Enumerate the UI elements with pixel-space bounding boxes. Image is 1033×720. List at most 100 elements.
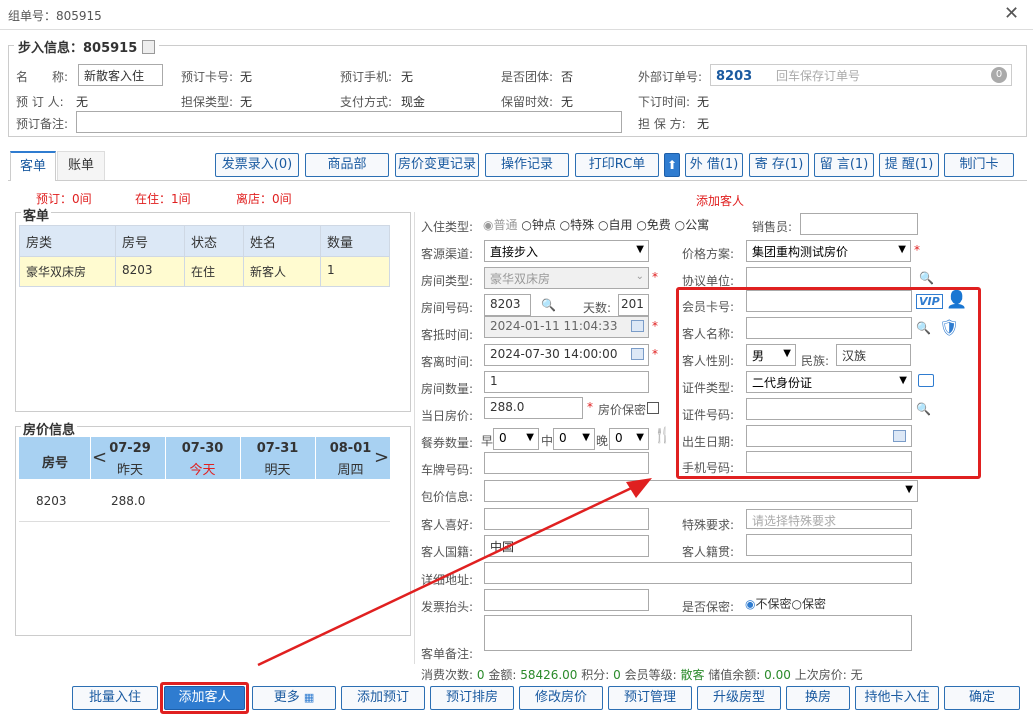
confirm-button[interactable]: 确定 — [944, 686, 1020, 710]
chevron-down-icon: ▼ — [898, 244, 906, 255]
id-scan-icon[interactable] — [918, 374, 934, 387]
add-guest-button[interactable]: 添加客人 — [164, 686, 245, 710]
row-qty: 1 — [327, 263, 335, 277]
arrow-up-icon[interactable]: ⬆ — [664, 153, 680, 177]
header-room-no: 房号 — [116, 226, 185, 256]
search-icon[interactable]: 🔍 — [919, 271, 934, 285]
special-input[interactable]: 请选择特殊要求 — [746, 509, 912, 529]
checkin-type-radio-group[interactable]: ◉普通 ○钟点 ○特殊 ○自用 ○免费 ○公寓 — [483, 216, 709, 233]
shield-icon[interactable]: 🛡 — [939, 318, 959, 337]
reminder-button[interactable]: 提 醒(1) — [879, 153, 939, 177]
chevron-down-icon: ▼ — [526, 432, 534, 443]
dinner-select[interactable]: 0 ▼ — [609, 428, 649, 450]
add-booking-button[interactable]: 添加预订 — [341, 686, 425, 710]
day-date: 07-29 — [109, 441, 151, 456]
price-plan-select[interactable]: 集团重构测试房价 ▼ — [746, 240, 911, 262]
message-button[interactable]: 留 言(1) — [814, 153, 874, 177]
external-order-badge: 0 — [991, 67, 1007, 83]
booking-room-assign-button[interactable]: 预订排房 — [430, 686, 514, 710]
depart-input[interactable]: 2024-07-30 14:00:00 — [484, 344, 649, 366]
calendar-icon[interactable] — [893, 430, 906, 442]
tab-bill[interactable]: 账单 — [57, 151, 105, 180]
arrive-input[interactable]: 2024-01-11 11:04:33 — [484, 316, 649, 338]
remark-input[interactable] — [76, 111, 622, 133]
chevron-down-icon: ⌄ — [635, 271, 644, 282]
goods-button[interactable]: 商品部 — [305, 153, 389, 177]
next-day-icon[interactable]: > — [374, 447, 389, 468]
tab-guest[interactable]: 客单 — [10, 151, 56, 181]
external-order-input[interactable]: 8203 回车保存订单号 0 — [710, 64, 1012, 86]
calendar-icon[interactable] — [631, 320, 644, 332]
in-house-count: 在住：1间 — [135, 192, 191, 206]
invoice-entry-button[interactable]: 发票录入(0) — [215, 153, 299, 177]
payment-value: 现金 — [401, 95, 426, 109]
more-button[interactable]: 更多 ▦ — [252, 686, 336, 710]
id-type-label: 证件类型: — [682, 381, 735, 395]
day-price-input[interactable]: 288.0 — [484, 397, 583, 419]
day-date: 07-31 — [256, 441, 299, 456]
member-card-input[interactable] — [746, 290, 912, 312]
chevron-down-icon: ▼ — [783, 348, 791, 359]
booking-card-label: 预订卡号: — [181, 70, 234, 84]
user-add-icon[interactable]: 👤 — [946, 290, 967, 310]
secret-radio-group[interactable]: ◉不保密○保密 — [745, 595, 826, 612]
copy-icon[interactable] — [141, 40, 155, 54]
retain-label: 保留时效: — [501, 95, 554, 109]
days-input[interactable]: 201 — [618, 294, 649, 316]
checkin-type-label: 入住类型: — [421, 220, 474, 234]
upgrade-room-button[interactable]: 升级房型 — [697, 686, 781, 710]
id-no-input[interactable] — [746, 398, 912, 420]
lunch-select[interactable]: 0 ▼ — [553, 428, 595, 450]
row-room-type: 豪华双床房 — [20, 257, 116, 286]
table-row[interactable]: 豪华双床房 8203 在住 新客人 1 — [19, 257, 390, 287]
booking-manage-button[interactable]: 预订管理 — [608, 686, 692, 710]
ethnic-input[interactable]: 汉族 — [836, 344, 911, 366]
birth-input[interactable] — [746, 425, 912, 447]
change-room-button[interactable]: 换房 — [786, 686, 850, 710]
vip-icon[interactable]: VIP — [916, 294, 943, 309]
red-arrow — [257, 478, 652, 667]
close-icon[interactable]: ✕ — [1004, 3, 1019, 24]
name-input[interactable]: 新散客入住 — [78, 64, 163, 86]
order-time-label: 下订时间: — [638, 95, 691, 109]
external-order-hint: 回车保存订单号 — [776, 69, 861, 83]
plate-input[interactable] — [484, 452, 649, 474]
calendar-icon[interactable] — [631, 348, 644, 360]
guest-name-input[interactable] — [746, 317, 912, 339]
row-name: 新客人 — [244, 257, 321, 286]
checkin-info-legend: 步入信息：805915 — [14, 37, 159, 56]
day-name: 昨天 — [116, 463, 143, 478]
operation-log-button[interactable]: 操作记录 — [485, 153, 569, 177]
sales-input[interactable] — [800, 213, 918, 235]
other-card-checkin-button[interactable]: 持他卡入住 — [855, 686, 939, 710]
guest-list-header: 房类 房号 状态 姓名 数量 — [19, 225, 390, 257]
room-type-select[interactable]: 豪华双床房 ⌄ — [484, 267, 649, 289]
payment-label: 支付方式: — [340, 95, 393, 109]
price-change-log-button[interactable]: 房价变更记录 — [395, 153, 479, 177]
mobile-input[interactable] — [746, 451, 912, 473]
native-input[interactable] — [746, 534, 912, 556]
modify-price-button[interactable]: 修改房价 — [519, 686, 603, 710]
print-rc-button[interactable]: 打印RC单 — [575, 153, 659, 177]
arrive-label: 客抵时间: — [421, 328, 474, 342]
search-icon[interactable]: 🔍 — [916, 321, 931, 335]
search-icon[interactable]: 🔍 — [916, 402, 931, 416]
booking-phone-label: 预订手机: — [340, 70, 393, 84]
header-room-type: 房类 — [20, 226, 116, 256]
room-no-input[interactable]: 8203 — [484, 294, 531, 316]
channel-select[interactable]: 直接步入 ▼ — [484, 240, 649, 262]
room-no-label: 房间号码: — [421, 301, 474, 315]
breakfast-select[interactable]: 0 ▼ — [493, 428, 539, 450]
make-card-button[interactable]: 制门卡 — [944, 153, 1014, 177]
left-count: 离店：0间 — [236, 192, 292, 206]
search-icon[interactable]: 🔍 — [541, 298, 556, 312]
room-count-input[interactable]: 1 — [484, 371, 649, 393]
agreement-input[interactable] — [746, 267, 911, 289]
borrow-button[interactable]: 外 借(1) — [685, 153, 743, 177]
member-stats: 消费次数: 0 金额: 58426.00 积分: 0 会员等级: 散客 储值余额… — [421, 668, 863, 682]
price-secret-checkbox[interactable] — [647, 402, 659, 414]
batch-checkin-button[interactable]: 批量入住 — [72, 686, 158, 710]
gender-select[interactable]: 男 ▼ — [746, 344, 796, 366]
deposit-button[interactable]: 寄 存(1) — [749, 153, 809, 177]
id-type-select[interactable]: 二代身份证 ▼ — [746, 371, 912, 393]
